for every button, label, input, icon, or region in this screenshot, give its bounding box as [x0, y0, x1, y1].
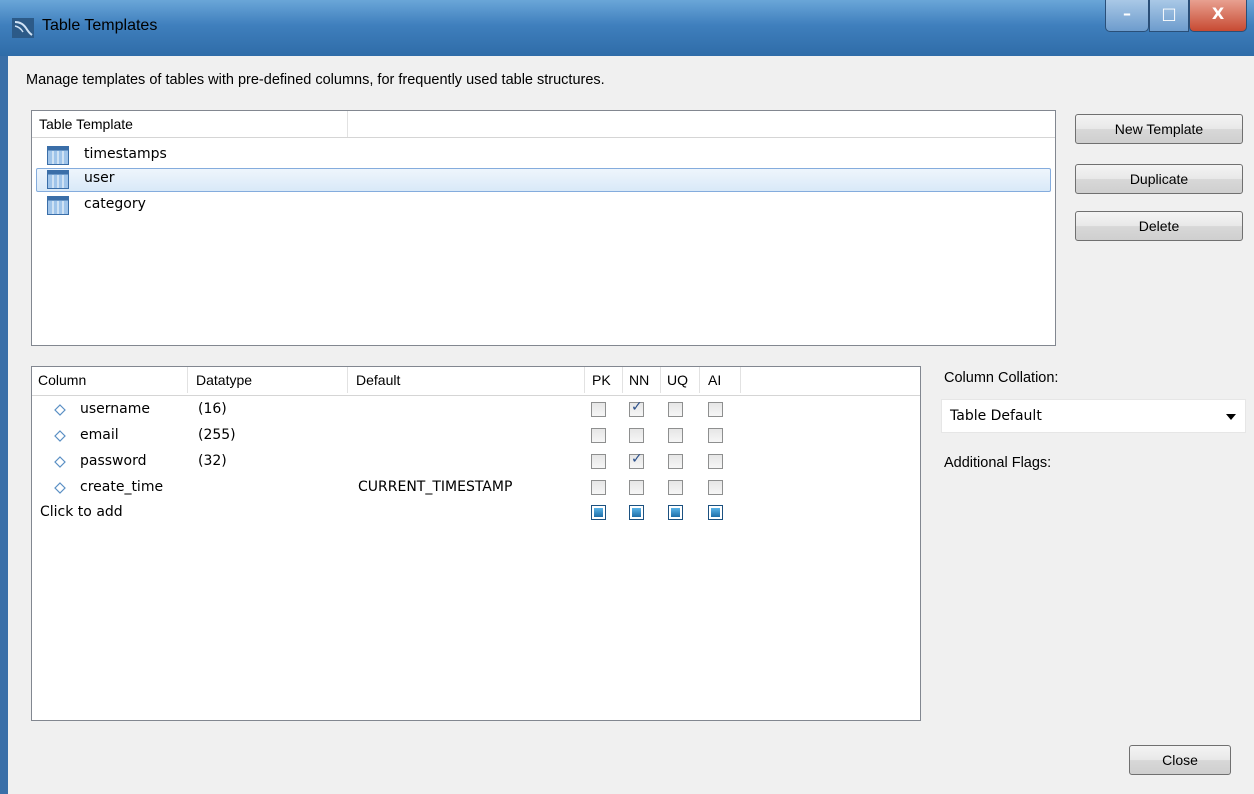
column-name: username	[80, 401, 150, 417]
column-row[interactable]: username (16) ✓	[34, 399, 918, 423]
duplicate-button[interactable]: Duplicate	[1075, 164, 1243, 194]
chevron-down-icon	[1226, 414, 1236, 420]
checkmark-icon: ✓	[631, 399, 643, 415]
checkmark-icon: ✓	[631, 451, 643, 467]
table-icon	[47, 196, 69, 215]
ai-checkbox[interactable]	[708, 505, 723, 520]
header-pk[interactable]: PK	[592, 372, 611, 388]
uq-checkbox[interactable]	[668, 402, 683, 417]
uq-checkbox[interactable]	[668, 428, 683, 443]
maximize-button[interactable]: □	[1149, 0, 1189, 32]
header-default[interactable]: Default	[356, 372, 400, 388]
minimize-button[interactable]: –	[1105, 0, 1149, 32]
close-window-button[interactable]: X	[1189, 0, 1247, 32]
pk-checkbox[interactable]	[591, 480, 606, 495]
template-label: category	[84, 196, 146, 212]
ai-checkbox[interactable]	[708, 402, 723, 417]
column-collation-label: Column Collation:	[944, 370, 1059, 386]
column-name: email	[80, 427, 119, 443]
close-icon: X	[1211, 4, 1225, 23]
header-nn[interactable]: NN	[629, 372, 649, 388]
nn-checkbox[interactable]: ✓	[629, 399, 644, 417]
column-diamond-icon	[54, 456, 66, 468]
template-item-category[interactable]: category	[36, 194, 1051, 218]
template-item-user[interactable]: user	[36, 168, 1051, 192]
column-collation-select[interactable]: Table Default	[941, 399, 1246, 433]
pk-checkbox[interactable]	[591, 505, 606, 520]
template-list-header: Table Template	[32, 111, 1055, 138]
delete-button[interactable]: Delete	[1075, 211, 1243, 241]
column-diamond-icon	[54, 430, 66, 442]
column-row[interactable]: create_time CURRENT_TIMESTAMP	[34, 477, 918, 501]
template-label: user	[84, 170, 115, 186]
template-label: timestamps	[84, 146, 167, 162]
ai-checkbox[interactable]	[708, 480, 723, 495]
column-diamond-icon	[54, 404, 66, 416]
new-template-button[interactable]: New Template	[1075, 114, 1243, 144]
column-datatype: (32)	[198, 453, 227, 469]
header-datatype[interactable]: Datatype	[196, 372, 252, 388]
minimize-icon: –	[1123, 4, 1131, 23]
table-icon	[47, 146, 69, 165]
pk-checkbox[interactable]	[591, 402, 606, 417]
column-row[interactable]: email (255)	[34, 425, 918, 449]
maximize-icon: □	[1161, 4, 1177, 23]
header-column[interactable]: Column	[38, 372, 86, 388]
dialog-description: Manage templates of tables with pre-defi…	[26, 72, 605, 88]
nn-checkbox[interactable]	[629, 480, 644, 495]
uq-checkbox[interactable]	[668, 480, 683, 495]
add-column-row[interactable]: Click to add	[34, 502, 918, 526]
header-uq[interactable]: UQ	[667, 372, 688, 388]
column-datatype: (255)	[198, 427, 236, 443]
ai-checkbox[interactable]	[708, 454, 723, 469]
column-name: password	[80, 453, 147, 469]
template-item-timestamps[interactable]: timestamps	[36, 144, 1051, 168]
window-title: Table Templates	[42, 17, 158, 34]
template-list[interactable]: Table Template timestamps user category	[31, 110, 1056, 346]
column-default: CURRENT_TIMESTAMP	[358, 479, 513, 495]
pk-checkbox[interactable]	[591, 454, 606, 469]
mysql-workbench-icon	[12, 18, 34, 38]
column-diamond-icon	[54, 482, 66, 494]
nn-checkbox[interactable]	[629, 428, 644, 443]
additional-flags-label: Additional Flags:	[944, 455, 1052, 471]
column-name: create_time	[80, 479, 164, 495]
columns-grid[interactable]: Column Datatype Default PK NN UQ AI user…	[31, 366, 921, 721]
uq-checkbox[interactable]	[668, 454, 683, 469]
collation-value: Table Default	[950, 408, 1042, 424]
columns-header: Column Datatype Default PK NN UQ AI	[32, 367, 920, 396]
pk-checkbox[interactable]	[591, 428, 606, 443]
nn-checkbox[interactable]	[629, 505, 644, 520]
column-row[interactable]: password (32) ✓	[34, 451, 918, 475]
column-datatype: (16)	[198, 401, 227, 417]
title-bar[interactable]: Table Templates – □ X	[0, 0, 1254, 56]
click-to-add-label[interactable]: Click to add	[40, 504, 123, 520]
header-table-template[interactable]: Table Template	[39, 116, 133, 132]
close-button[interactable]: Close	[1129, 745, 1231, 775]
nn-checkbox[interactable]: ✓	[629, 451, 644, 469]
header-ai[interactable]: AI	[708, 372, 721, 388]
ai-checkbox[interactable]	[708, 428, 723, 443]
uq-checkbox[interactable]	[668, 505, 683, 520]
table-icon	[47, 170, 69, 189]
